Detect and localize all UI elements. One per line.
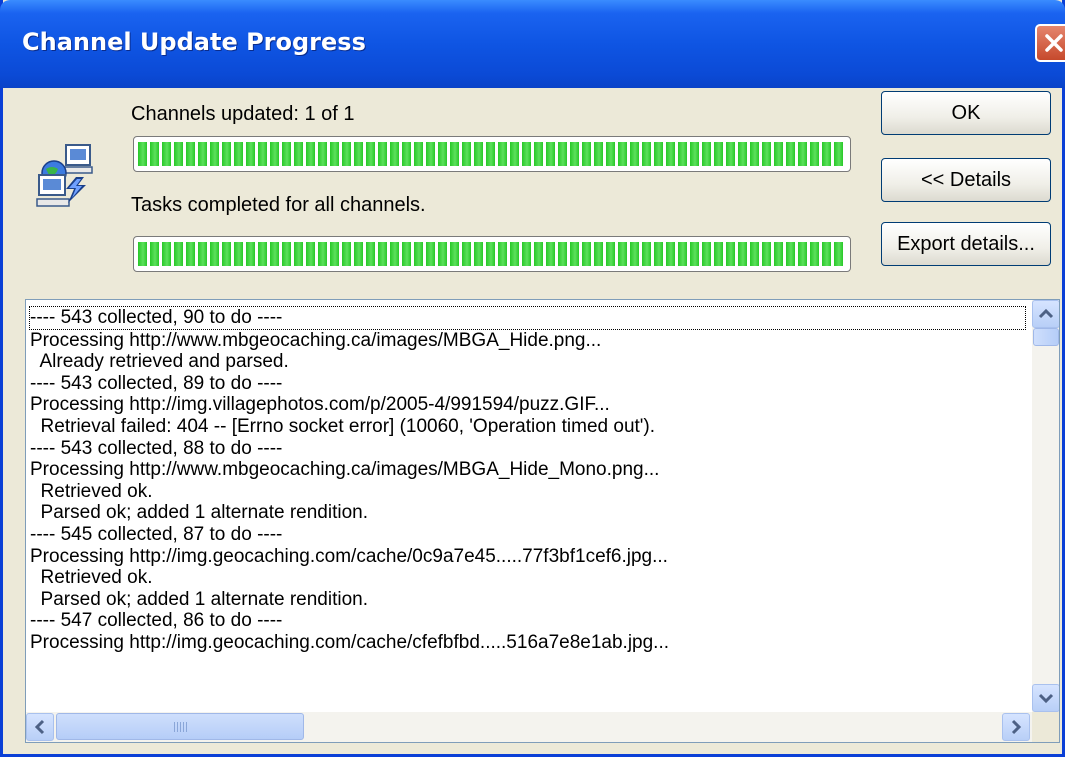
close-button[interactable] (1035, 24, 1065, 62)
channels-updated-label: Channels updated: 1 of 1 (131, 103, 355, 125)
export-details-button[interactable]: Export details... (881, 222, 1051, 266)
log-line: Processing http://img.geocaching.com/cac… (30, 545, 668, 567)
log-line: Parsed ok; added 1 alternate rendition. (30, 588, 369, 610)
scrollbar-corner (1032, 712, 1059, 742)
log-line: Processing http://www.mbgeocaching.ca/im… (30, 459, 660, 481)
tasks-progress-bar (133, 236, 851, 272)
chevron-left-icon (34, 719, 45, 735)
chevron-right-icon (1011, 719, 1022, 735)
close-icon (1045, 34, 1063, 52)
log-line: Processing http://www.mbgeocaching.ca/im… (30, 329, 602, 351)
progress-dialog: Channel Update Progress Channels updated… (0, 0, 1065, 757)
details-toggle-button[interactable]: << Details (881, 158, 1051, 202)
log-line: ---- 547 collected, 86 to do ---- (30, 610, 283, 632)
scroll-left-button[interactable] (26, 713, 54, 741)
scroll-down-button[interactable] (1032, 684, 1059, 712)
log-line: ---- 543 collected, 89 to do ---- (30, 372, 283, 394)
log-line: Parsed ok; added 1 alternate rendition. (30, 502, 369, 524)
log-line: ---- 543 collected, 90 to do ---- (29, 306, 1026, 330)
log-line: Retrieval failed: 404 -- [Errno socket e… (30, 415, 656, 437)
window-title: Channel Update Progress (22, 28, 366, 56)
log-line: Retrieved ok. (30, 480, 153, 502)
log-line: Retrieved ok. (30, 567, 153, 589)
log-line: Processing http://img.villagephotos.com/… (30, 394, 610, 416)
log-line: Already retrieved and parsed. (30, 351, 289, 373)
channels-progress-fill (138, 142, 846, 166)
chevron-down-icon (1038, 693, 1054, 704)
log-line: Processing http://img.geocaching.com/cac… (30, 631, 670, 653)
vertical-scrollbar[interactable] (1032, 300, 1059, 712)
title-bar[interactable]: Channel Update Progress (0, 0, 1065, 88)
log-line: ---- 545 collected, 87 to do ---- (30, 523, 283, 545)
ok-button[interactable]: OK (881, 91, 1051, 135)
channels-progress-bar (133, 136, 851, 172)
scroll-right-button[interactable] (1002, 713, 1030, 741)
chevron-up-icon (1038, 308, 1054, 319)
scroll-up-button[interactable] (1032, 300, 1059, 328)
horizontal-scroll-thumb[interactable] (56, 713, 304, 740)
tasks-progress-fill (138, 242, 846, 266)
log-lines: ---- 543 collected, 90 to do ---- Process… (29, 306, 1026, 654)
horizontal-scrollbar[interactable] (26, 712, 1032, 742)
network-computers-icon (36, 143, 96, 213)
scroll-grip-icon (174, 722, 188, 732)
vertical-scroll-thumb[interactable] (1033, 328, 1059, 346)
tasks-completed-label: Tasks completed for all channels. (131, 194, 426, 216)
details-log[interactable]: ---- 543 collected, 90 to do ---- Process… (25, 299, 1060, 743)
log-line: ---- 543 collected, 88 to do ---- (30, 437, 283, 459)
